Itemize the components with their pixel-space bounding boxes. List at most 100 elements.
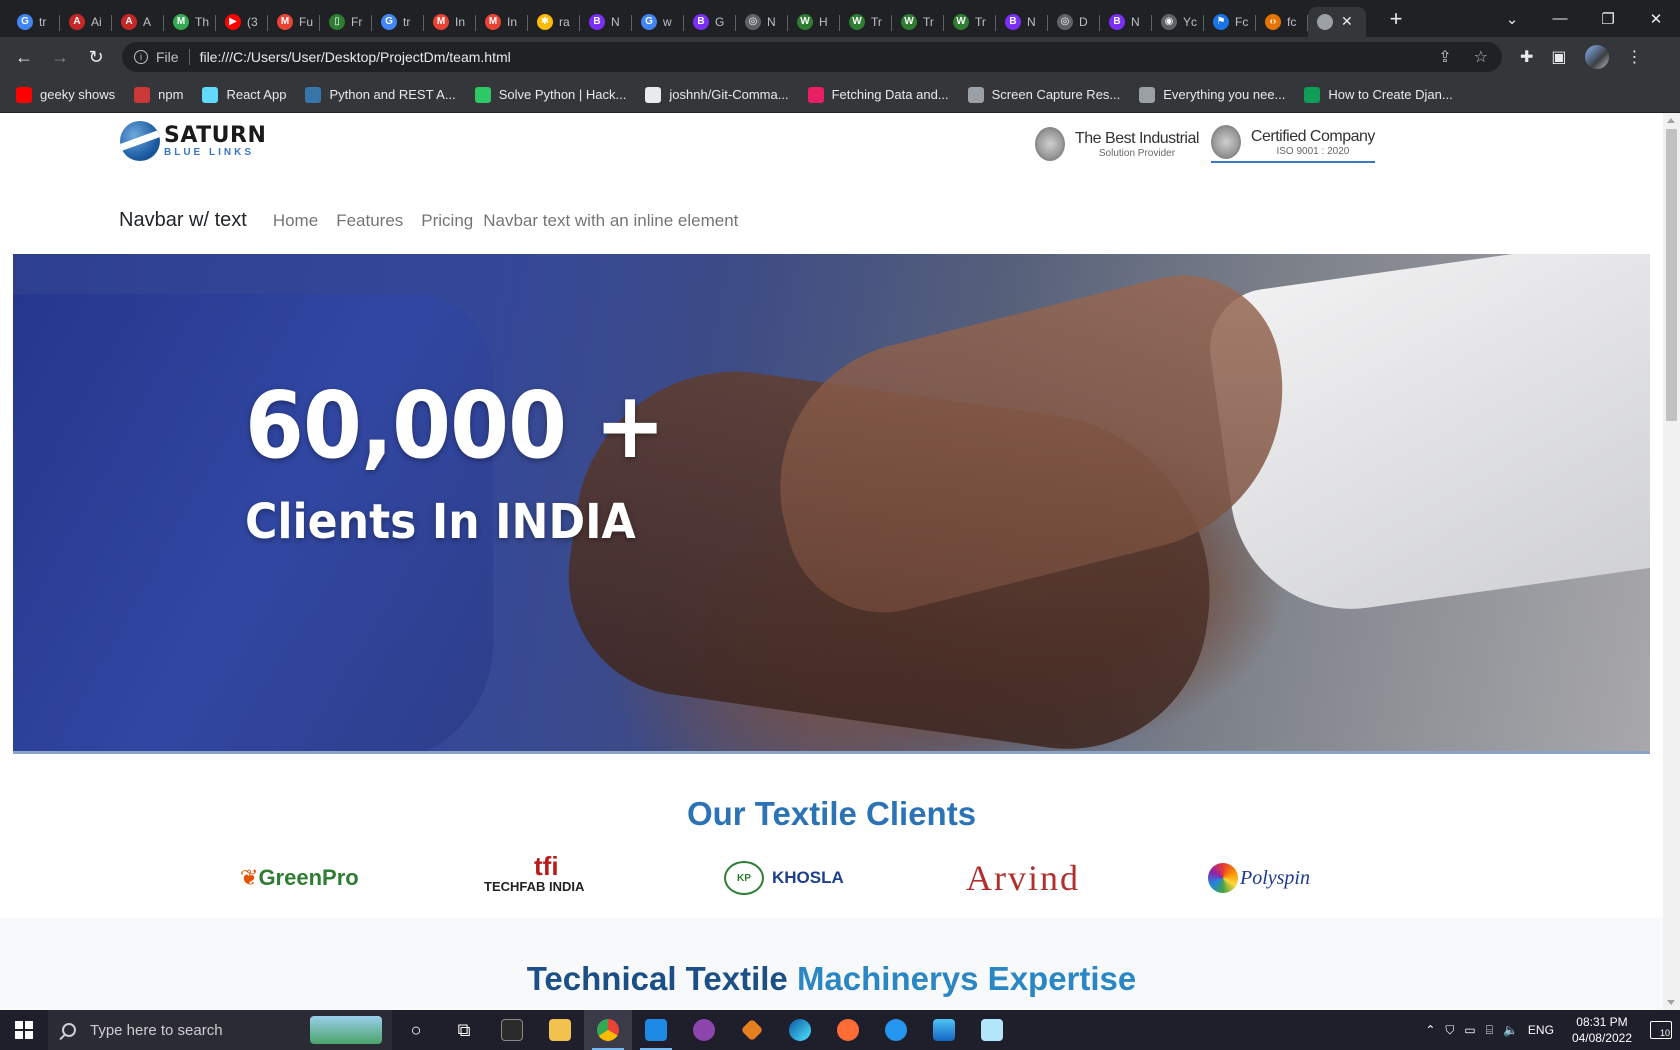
- nav-link-home[interactable]: Home: [273, 211, 318, 231]
- cortana-icon[interactable]: ○: [392, 1010, 440, 1050]
- browser-tab[interactable]: ⚑ Fc: [1204, 7, 1256, 37]
- chrome-icon[interactable]: [584, 1010, 632, 1050]
- taskbar-search-box[interactable]: Type here to search: [48, 1010, 392, 1050]
- browser-tab[interactable]: ◎ N: [736, 7, 788, 37]
- scroll-down-arrow-icon[interactable]: [1667, 1000, 1675, 1005]
- bookmark-label: Solve Python | Hack...: [498, 87, 627, 102]
- tab-title: H: [819, 14, 828, 29]
- bookmark-item[interactable]: joshnh/Git-Comma...: [645, 86, 789, 103]
- browser-tab[interactable]: W Tr: [840, 7, 892, 37]
- tray-overflow-icon[interactable]: ⌃: [1425, 1023, 1435, 1037]
- bookmark-item[interactable]: How to Create Djan...: [1304, 86, 1453, 103]
- git-tool-icon[interactable]: [728, 1010, 776, 1050]
- bookmark-item[interactable]: Screen Capture Res...: [967, 86, 1120, 103]
- browser-tab[interactable]: M Th: [164, 7, 216, 37]
- file-explorer-icon[interactable]: [536, 1010, 584, 1050]
- browser-tab[interactable]: Gw: [632, 7, 684, 37]
- nav-link-features[interactable]: Features: [336, 211, 403, 231]
- volume-icon[interactable]: 🔈: [1503, 1023, 1518, 1037]
- nav-link-pricing[interactable]: Pricing: [421, 211, 473, 231]
- browser-tab[interactable]: WH: [788, 7, 840, 37]
- bookmark-item[interactable]: geeky shows: [16, 86, 115, 103]
- bookmark-item[interactable]: Python and REST A...: [305, 86, 456, 103]
- defender-icon[interactable]: ⛉: [1445, 1023, 1454, 1038]
- browser-tab[interactable]: AA: [112, 7, 164, 37]
- navbar-brand[interactable]: Navbar w/ text: [119, 209, 247, 232]
- tab-title: Th: [195, 14, 210, 29]
- tab-search-icon[interactable]: ⌄: [1488, 10, 1536, 28]
- browser-tab[interactable]: Gtr: [372, 7, 424, 37]
- tab-title: In: [507, 14, 518, 29]
- share-icon[interactable]: ⇪: [1438, 47, 1451, 67]
- page-scrollbar[interactable]: [1663, 113, 1680, 1010]
- trophy-icon: [1035, 127, 1065, 161]
- close-tab-icon[interactable]: ✕: [1341, 13, 1353, 30]
- extensions-icon[interactable]: ✚: [1520, 47, 1533, 67]
- bookmark-item[interactable]: Everything you nee...: [1139, 86, 1285, 103]
- bookmark-favicon-icon: [967, 86, 984, 103]
- browser-tab[interactable]: M In: [424, 7, 476, 37]
- scroll-up-arrow-icon[interactable]: [1667, 118, 1675, 123]
- browser-tab[interactable]: ◉ Yc: [1152, 7, 1204, 37]
- menu-icon[interactable]: ⋮: [1627, 47, 1643, 67]
- forward-button[interactable]: →: [42, 47, 78, 68]
- task-view-icon[interactable]: ⧉: [440, 1010, 488, 1050]
- battery-icon[interactable]: ▭: [1464, 1023, 1475, 1037]
- browser-tab[interactable]: Gtr: [8, 7, 60, 37]
- browser-tab[interactable]: W Tr: [892, 7, 944, 37]
- url-scheme-label: File: [156, 49, 190, 65]
- bookmark-item[interactable]: Fetching Data and...: [807, 86, 949, 103]
- browser-tab[interactable]: ✱ ra: [528, 7, 580, 37]
- url-text[interactable]: file:///C:/Users/User/Desktop/ProjectDm/…: [200, 49, 511, 65]
- bookmark-item[interactable]: Solve Python | Hack...: [474, 86, 627, 103]
- bookmark-item[interactable]: npm: [134, 86, 183, 103]
- browser-tab[interactable]: BN: [996, 7, 1048, 37]
- new-tab-button[interactable]: +: [1378, 6, 1414, 32]
- tab-favicon-icon: ✱: [537, 13, 553, 30]
- address-bar[interactable]: i File file:///C:/Users/User/Desktop/Pro…: [122, 42, 1502, 72]
- active-browser-tab[interactable]: ✕: [1308, 6, 1366, 37]
- browser-tab[interactable]: ▶ (3: [216, 7, 268, 37]
- restore-button[interactable]: ❐: [1584, 10, 1632, 28]
- close-window-button[interactable]: ✕: [1632, 10, 1680, 28]
- language-indicator[interactable]: ENG: [1528, 1023, 1554, 1037]
- bookmark-favicon-icon: [645, 86, 662, 103]
- reload-button[interactable]: ↻: [78, 47, 114, 68]
- award1-title: The Best Industrial: [1075, 129, 1199, 147]
- bookmark-star-icon[interactable]: ☆: [1474, 47, 1488, 67]
- browser-tab[interactable]: BN: [580, 7, 632, 37]
- browser-tab[interactable]: M In: [476, 7, 528, 37]
- site-info-icon[interactable]: i: [134, 50, 148, 64]
- back-button[interactable]: ←: [6, 47, 42, 68]
- postman-icon[interactable]: [824, 1010, 872, 1050]
- edge-icon[interactable]: [776, 1010, 824, 1050]
- notepad-icon[interactable]: [968, 1010, 1016, 1050]
- browser-tab[interactable]: BN: [1100, 7, 1152, 37]
- browser-tab[interactable]: ‹› fc: [1256, 7, 1308, 37]
- minimize-button[interactable]: —: [1536, 10, 1584, 27]
- browser-tab[interactable]: A Ai: [60, 7, 112, 37]
- docker-icon[interactable]: [872, 1010, 920, 1050]
- tab-title: Tr: [975, 14, 986, 29]
- scrollbar-thumb[interactable]: [1666, 129, 1677, 421]
- browser-tab[interactable]: ◎ D: [1048, 7, 1100, 37]
- browser-tab[interactable]: M Fu: [268, 7, 320, 37]
- bookmark-item[interactable]: React App: [202, 86, 286, 103]
- browser-tab[interactable]: W Tr: [944, 7, 996, 37]
- expertise-section: Technical Textile Machinerys Expertise: [0, 918, 1663, 1010]
- start-button[interactable]: [0, 1021, 48, 1039]
- profile-avatar[interactable]: [1584, 45, 1609, 69]
- taskbar-clock[interactable]: 08:31 PM 04/08/2022: [1572, 1014, 1632, 1046]
- side-panel-icon[interactable]: ▣: [1551, 47, 1566, 67]
- network-icon[interactable]: ⌸: [1486, 1023, 1493, 1038]
- tab-title: tr: [39, 14, 47, 29]
- notification-center-icon[interactable]: 10: [1650, 1021, 1672, 1039]
- browser-tab[interactable]: BG: [684, 7, 736, 37]
- photos-icon[interactable]: [920, 1010, 968, 1050]
- vscode-icon[interactable]: [632, 1010, 680, 1050]
- saturn-logo[interactable]: SATURN BLUE LINKS: [120, 121, 266, 161]
- github-desktop-icon[interactable]: [680, 1010, 728, 1050]
- browser-tab[interactable]: ▯ Fr: [320, 7, 372, 37]
- hero-banner: 60,000 + Clients In INDIA: [13, 254, 1650, 754]
- terminal-icon[interactable]: [488, 1010, 536, 1050]
